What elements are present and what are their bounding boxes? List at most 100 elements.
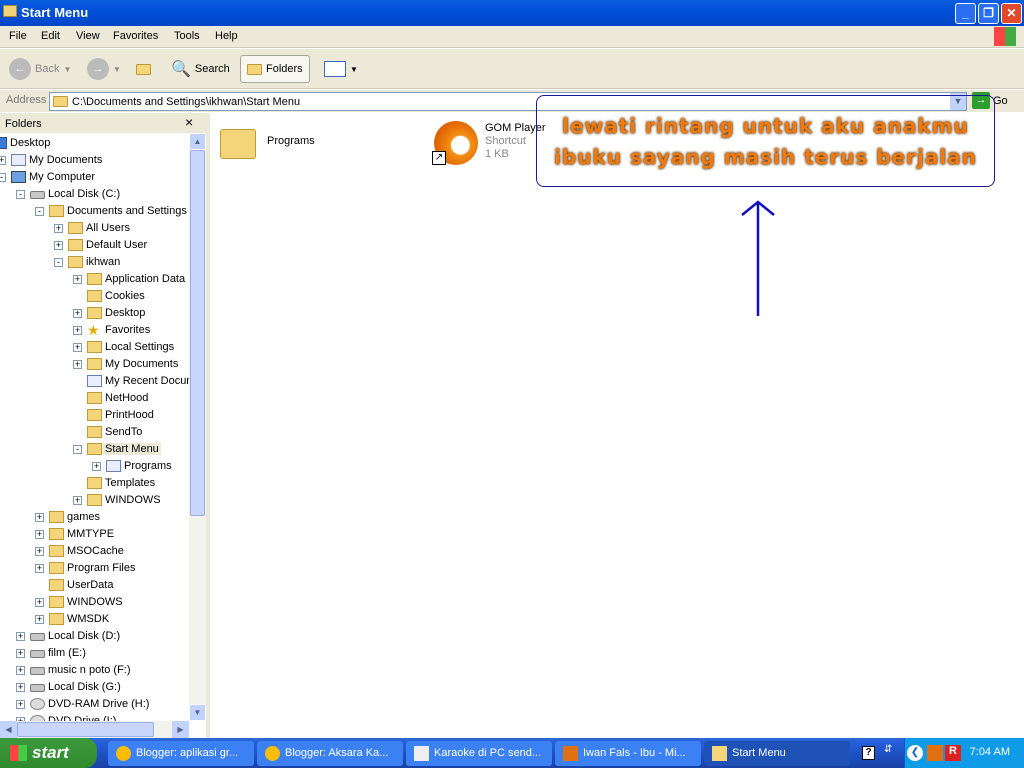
taskbar-item-blogger-aplikasi[interactable]: Blogger: aplikasi gr... (108, 741, 254, 766)
expand-icon[interactable]: + (16, 649, 25, 658)
file-item-programs[interactable]: Programs (220, 125, 340, 165)
scroll-left-button[interactable]: ◀ (0, 721, 17, 738)
tree-item[interactable]: + film (E:) (0, 645, 189, 662)
up-folder-button[interactable] (136, 55, 151, 83)
scroll-thumb[interactable] (17, 722, 154, 737)
tree-item[interactable]: Cookies (0, 288, 189, 305)
tree-item[interactable]: + Application Data (0, 271, 189, 288)
menu-view[interactable]: View (76, 30, 100, 42)
gom-tray-icon[interactable] (927, 745, 943, 761)
close-pane-button[interactable]: × (185, 114, 193, 130)
taskbar-item-blogger-aksara[interactable]: Blogger: Aksara Ka... (257, 741, 403, 766)
tree-item[interactable]: + All Users (0, 220, 189, 237)
tree-item[interactable]: + Local Settings (0, 339, 189, 356)
tree-item[interactable]: + MSOCache (0, 543, 189, 560)
expand-icon[interactable]: + (54, 224, 63, 233)
start-button[interactable]: start (0, 738, 97, 768)
folders-button[interactable]: Folders (240, 55, 310, 83)
forward-button[interactable]: → ▼ (87, 55, 121, 83)
scroll-thumb[interactable] (190, 150, 205, 516)
expand-icon[interactable]: + (73, 360, 82, 369)
expand-icon[interactable]: + (35, 547, 44, 556)
expand-icon[interactable]: + (16, 683, 25, 692)
expand-icon[interactable]: + (16, 666, 25, 675)
tree-item[interactable]: - ikhwan (0, 254, 189, 271)
search-button[interactable]: 🔍 Search (171, 55, 230, 83)
expand-icon[interactable]: + (92, 462, 101, 471)
tree-vertical-scrollbar[interactable]: ▲ ▼ (189, 133, 206, 721)
tree-item[interactable]: - Local Disk (C:) (0, 186, 189, 203)
collapse-icon[interactable]: - (73, 445, 82, 454)
clock[interactable]: 7:04 AM (970, 746, 1010, 758)
menu-help[interactable]: Help (215, 30, 238, 42)
expand-icon[interactable]: + (0, 156, 6, 165)
taskbar-item-iwan-fals[interactable]: Iwan Fals - Ibu - Mi... (555, 741, 701, 766)
expand-icon[interactable]: + (54, 241, 63, 250)
tree-item[interactable]: + My Documents (0, 152, 189, 169)
tree-item[interactable]: + DVD Drive (I:) (0, 713, 189, 721)
tree-item[interactable]: - Start Menu (0, 441, 189, 458)
tree-item[interactable]: NetHood (0, 390, 189, 407)
menu-edit[interactable]: Edit (41, 30, 60, 42)
tree-horizontal-scrollbar[interactable]: ◀ ▶ (0, 721, 189, 738)
collapse-icon[interactable]: - (35, 207, 44, 216)
scroll-up-button[interactable]: ▲ (189, 133, 206, 150)
tree-item[interactable]: My Recent Documents (0, 373, 189, 390)
tree-item[interactable]: + Local Disk (D:) (0, 628, 189, 645)
taskbar-item-karaoke[interactable]: Karaoke di PC send... (406, 741, 552, 766)
collapse-icon[interactable]: - (16, 190, 25, 199)
tree-item[interactable]: + DVD-RAM Drive (H:) (0, 696, 189, 713)
expand-icon[interactable]: + (73, 275, 82, 284)
file-item-gom-player[interactable]: ↗ GOM Player Shortcut 1 KB (432, 119, 552, 169)
expand-icon[interactable]: + (35, 513, 44, 522)
expand-icon[interactable]: + (16, 700, 25, 709)
expand-icon[interactable]: + (73, 326, 82, 335)
scroll-right-button[interactable]: ▶ (172, 721, 189, 738)
expand-icon[interactable]: + (35, 564, 44, 573)
back-button[interactable]: ← Back ▼ (9, 55, 71, 83)
tree-item[interactable]: + ★ Favorites (0, 322, 189, 339)
menu-tools[interactable]: Tools (174, 30, 200, 42)
collapse-icon[interactable]: - (54, 258, 63, 267)
tree-item[interactable]: Desktop (0, 135, 189, 152)
expand-icon[interactable]: + (73, 309, 82, 318)
expand-icon[interactable]: + (16, 632, 25, 641)
expand-icon[interactable]: + (73, 496, 82, 505)
tree-item[interactable]: + Desktop (0, 305, 189, 322)
antivirus-tray-icon[interactable]: R (945, 745, 961, 761)
expand-icon[interactable]: + (73, 343, 82, 352)
network-icon[interactable]: ⇵ (884, 744, 892, 755)
tree-item[interactable]: PrintHood (0, 407, 189, 424)
tree-item[interactable]: + WMSDK (0, 611, 189, 628)
taskbar-item-start-menu[interactable]: Start Menu (704, 741, 850, 766)
views-button[interactable]: ▼ (324, 55, 358, 83)
tree-item[interactable]: SendTo (0, 424, 189, 441)
tree-item[interactable]: - My Computer (0, 169, 189, 186)
tree-item[interactable]: + Local Disk (G:) (0, 679, 189, 696)
favorites-star-icon: ★ (87, 322, 100, 338)
tree-item[interactable]: Templates (0, 475, 189, 492)
menu-file[interactable]: File (9, 30, 27, 42)
tree-item[interactable]: + Program Files (0, 560, 189, 577)
tree-item[interactable]: + WINDOWS (0, 594, 189, 611)
tree-item[interactable]: + My Documents (0, 356, 189, 373)
tree-item[interactable]: + WINDOWS (0, 492, 189, 509)
minimize-button[interactable]: _ (955, 3, 976, 24)
help-icon[interactable]: ? (862, 746, 875, 760)
tree-item[interactable]: UserData (0, 577, 189, 594)
maximize-button[interactable]: ❐ (978, 3, 999, 24)
expand-icon[interactable]: + (35, 615, 44, 624)
close-button[interactable]: ✕ (1001, 3, 1022, 24)
collapse-icon[interactable]: - (0, 173, 6, 182)
tree-item[interactable]: + Programs (0, 458, 189, 475)
scroll-down-button[interactable]: ▼ (189, 704, 206, 721)
tree-item[interactable]: + music n poto (F:) (0, 662, 189, 679)
expand-icon[interactable]: + (35, 530, 44, 539)
tree-item[interactable]: + games (0, 509, 189, 526)
tree-item[interactable]: + MMTYPE (0, 526, 189, 543)
expand-icon[interactable]: + (35, 598, 44, 607)
tree-item[interactable]: + Default User (0, 237, 189, 254)
chevron-left-icon[interactable]: ❮ (907, 745, 923, 761)
menu-favorites[interactable]: Favorites (113, 30, 158, 42)
tree-item[interactable]: - Documents and Settings (0, 203, 189, 220)
